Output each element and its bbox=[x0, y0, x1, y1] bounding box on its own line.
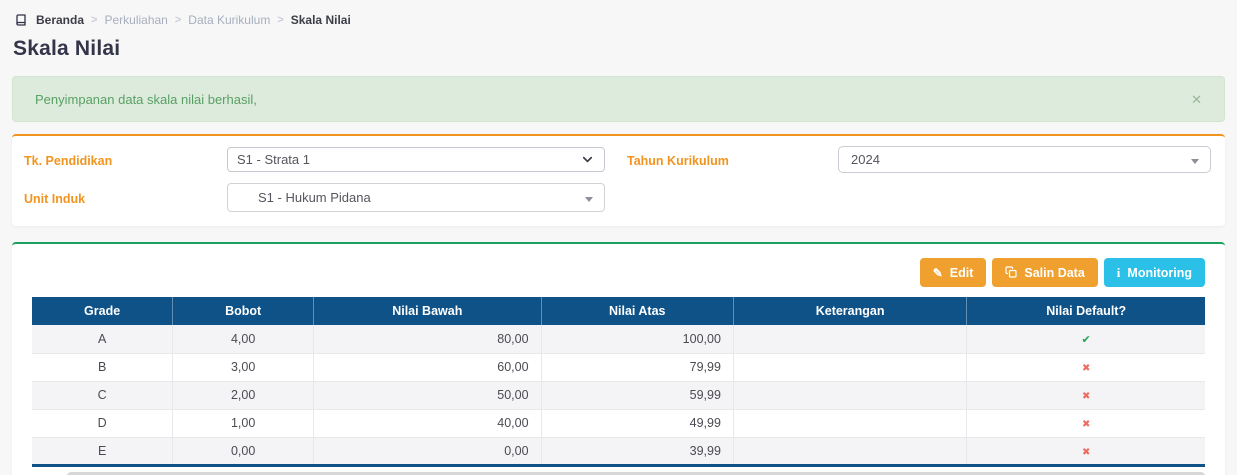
page: Beranda > Perkuliahan > Data Kurikulum >… bbox=[0, 0, 1237, 475]
cell-keterangan bbox=[733, 437, 966, 465]
scrollbar-thumb[interactable] bbox=[67, 472, 1205, 475]
cell-keterangan bbox=[733, 381, 966, 409]
check-icon: ✔ bbox=[1082, 334, 1091, 346]
header-grade: Grade bbox=[32, 297, 173, 325]
monitoring-button-label: Monitoring bbox=[1127, 266, 1192, 280]
cell-bobot: 3,00 bbox=[173, 353, 314, 381]
cell-bobot: 0,00 bbox=[173, 437, 314, 465]
cell-nilai-default: ✖ bbox=[967, 353, 1205, 381]
table-header-row: Grade Bobot Nilai Bawah Nilai Atas Keter… bbox=[32, 297, 1205, 325]
breadcrumb-item-skala-nilai: Skala Nilai bbox=[291, 13, 351, 27]
edit-button-label: Edit bbox=[950, 266, 974, 280]
salin-data-button[interactable]: Salin Data bbox=[992, 258, 1097, 287]
cross-icon: ✖ bbox=[1082, 419, 1090, 430]
cell-keterangan bbox=[733, 409, 966, 437]
breadcrumb-separator: > bbox=[175, 14, 181, 26]
header-bobot: Bobot bbox=[173, 297, 314, 325]
cell-keterangan bbox=[733, 353, 966, 381]
cell-nilai-default: ✖ bbox=[967, 437, 1205, 465]
cell-nilai-bawah: 60,00 bbox=[314, 353, 542, 381]
grade-scale-card: ✎ Edit Salin Data i Monitoring bbox=[12, 242, 1225, 475]
cell-nilai-default: ✔ bbox=[967, 325, 1205, 353]
tk-pendidikan-select[interactable]: S1 - Strata 1 bbox=[227, 147, 605, 172]
breadcrumb-separator: > bbox=[277, 14, 283, 26]
book-icon bbox=[15, 14, 27, 26]
breadcrumb: Beranda > Perkuliahan > Data Kurikulum >… bbox=[0, 0, 1237, 27]
tk-pendidikan-label: Tk. Pendidikan bbox=[24, 152, 227, 168]
tahun-kurikulum-label: Tahun Kurikulum bbox=[627, 152, 838, 168]
page-title: Skala Nilai bbox=[0, 27, 1237, 61]
tahun-kurikulum-value: 2024 bbox=[851, 152, 880, 167]
table-row: B3,0060,0079,99 ✖ bbox=[32, 353, 1205, 381]
cross-icon: ✖ bbox=[1082, 391, 1090, 402]
grade-table-body: A4,0080,00100,00✔B3,0060,0079,99✖C2,0050… bbox=[32, 325, 1205, 465]
grade-table: Grade Bobot Nilai Bawah Nilai Atas Keter… bbox=[32, 297, 1205, 467]
table-row: E0,000,0039,99✖ bbox=[32, 437, 1205, 465]
edit-button[interactable]: ✎ Edit bbox=[920, 258, 987, 287]
cell-nilai-bawah: 50,00 bbox=[314, 381, 542, 409]
cross-icon: ✖ bbox=[1082, 447, 1090, 458]
cell-nilai-bawah: 40,00 bbox=[314, 409, 542, 437]
cell-bobot: 2,00 bbox=[173, 381, 314, 409]
cell-nilai-atas: 59,99 bbox=[541, 381, 733, 409]
cell-nilai-bawah: 0,00 bbox=[314, 437, 542, 465]
breadcrumb-item-data-kurikulum[interactable]: Data Kurikulum bbox=[188, 13, 270, 27]
cell-nilai-default: ✖ bbox=[967, 409, 1205, 437]
cell-grade: A bbox=[32, 325, 173, 353]
alert-message: Penyimpanan data skala nilai berhasil, bbox=[35, 92, 257, 107]
salin-data-button-label: Salin Data bbox=[1024, 266, 1084, 280]
table-row: A4,0080,00100,00 ✔ bbox=[32, 325, 1205, 353]
table-row: C2,0050,0059,99 ✖ bbox=[32, 381, 1205, 409]
caret-down-icon bbox=[1191, 159, 1199, 164]
cell-nilai-atas: 79,99 bbox=[541, 353, 733, 381]
unit-induk-select[interactable]: S1 - Hukum Pidana bbox=[227, 183, 605, 212]
cross-icon: ✖ bbox=[1082, 363, 1090, 374]
cell-grade: D bbox=[32, 409, 173, 437]
filter-card: Tk. Pendidikan S1 - Strata 1 Tahun Kurik… bbox=[12, 134, 1225, 226]
info-icon: i bbox=[1117, 265, 1121, 281]
breadcrumb-separator: > bbox=[91, 14, 97, 26]
cell-keterangan bbox=[733, 325, 966, 353]
header-nilai-bawah: Nilai Bawah bbox=[314, 297, 542, 325]
success-alert: Penyimpanan data skala nilai berhasil, ✕ bbox=[12, 76, 1225, 122]
header-keterangan: Keterangan bbox=[733, 297, 966, 325]
grade-table-wrap: Grade Bobot Nilai Bawah Nilai Atas Keter… bbox=[20, 297, 1217, 467]
cell-nilai-default: ✖ bbox=[967, 381, 1205, 409]
cell-grade: C bbox=[32, 381, 173, 409]
cell-nilai-atas: 100,00 bbox=[541, 325, 733, 353]
chevron-down-icon bbox=[580, 152, 595, 170]
caret-down-icon bbox=[585, 197, 593, 202]
close-icon[interactable]: ✕ bbox=[1191, 93, 1202, 106]
unit-induk-label: Unit Induk bbox=[24, 190, 227, 206]
tk-pendidikan-value: S1 - Strata 1 bbox=[237, 152, 310, 167]
unit-induk-value: S1 - Hukum Pidana bbox=[258, 190, 371, 205]
cell-bobot: 1,00 bbox=[173, 409, 314, 437]
cell-nilai-bawah: 80,00 bbox=[314, 325, 542, 353]
table-row: D1,0040,0049,99 ✖ bbox=[32, 409, 1205, 437]
header-nilai-atas: Nilai Atas bbox=[541, 297, 733, 325]
cell-nilai-atas: 49,99 bbox=[541, 409, 733, 437]
toolbar: ✎ Edit Salin Data i Monitoring bbox=[20, 254, 1217, 297]
pencil-icon: ✎ bbox=[933, 267, 943, 279]
cell-nilai-atas: 39,99 bbox=[541, 437, 733, 465]
copy-icon bbox=[1005, 266, 1017, 280]
cell-grade: E bbox=[32, 437, 173, 465]
cell-bobot: 4,00 bbox=[173, 325, 314, 353]
breadcrumb-item-perkuliahan[interactable]: Perkuliahan bbox=[104, 13, 167, 27]
breadcrumb-item-beranda[interactable]: Beranda bbox=[36, 13, 84, 27]
cell-grade: B bbox=[32, 353, 173, 381]
header-nilai-default: Nilai Default? bbox=[967, 297, 1205, 325]
monitoring-button[interactable]: i Monitoring bbox=[1104, 258, 1205, 287]
horizontal-scrollbar[interactable] bbox=[32, 472, 1205, 475]
tahun-kurikulum-select[interactable]: 2024 bbox=[838, 146, 1211, 173]
